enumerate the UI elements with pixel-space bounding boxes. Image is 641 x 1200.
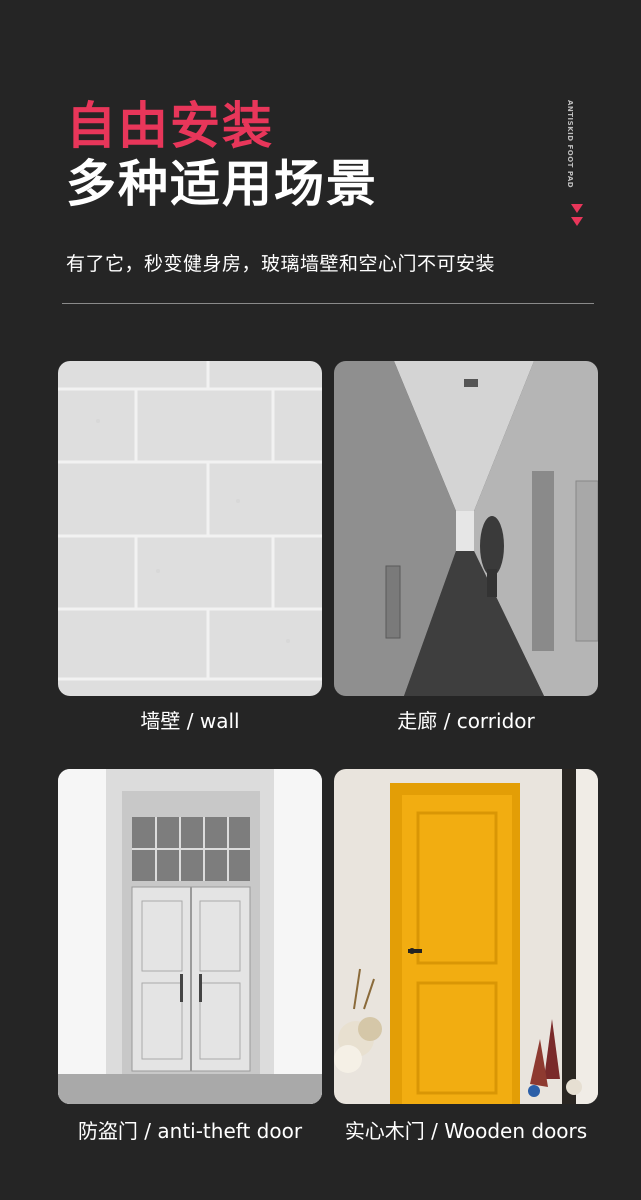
- arrow-down-icon: [571, 217, 583, 226]
- side-vertical-label: ANTISKID FOOT PAD: [565, 100, 575, 188]
- caption-wall: 墙壁 / wall: [140, 709, 240, 733]
- caption-wooden-door: 实心木门 / Wooden doors: [344, 1119, 588, 1143]
- scene-image-wooden-door: [334, 769, 598, 1104]
- scene-image-corridor: [334, 361, 598, 696]
- scene-image-wall: [58, 361, 322, 696]
- caption-anti-theft-door: 防盗门 / anti-theft door: [77, 1119, 303, 1143]
- caption-corridor: 走廊 / corridor: [397, 709, 535, 733]
- headline-red: 自由安装: [66, 97, 274, 155]
- headline-white: 多种适用场景: [66, 155, 378, 213]
- side-label-line2: FOOT PAD: [566, 144, 574, 189]
- scene-image-anti-theft-door: [58, 769, 322, 1104]
- side-label-line1: ANTISKID: [566, 100, 574, 142]
- subtitle: 有了它，秒变健身房，玻璃墙壁和空心门不可安装: [66, 253, 496, 275]
- divider: [62, 303, 594, 304]
- arrow-down-icon: [571, 204, 583, 213]
- down-arrows-icon: [571, 204, 583, 230]
